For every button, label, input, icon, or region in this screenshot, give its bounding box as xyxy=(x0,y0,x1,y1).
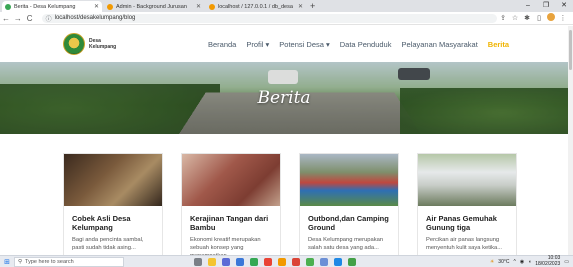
taskbar-apps xyxy=(194,258,356,266)
file-explorer-icon[interactable] xyxy=(208,258,216,266)
page-title: Berita xyxy=(0,88,568,108)
article-title[interactable]: Outbond,dan Camping Ground xyxy=(308,214,390,232)
article-card[interactable]: Kerajinan Tangan dari Bambu Ekonomi krea… xyxy=(181,153,281,256)
site-info-icon[interactable]: ⓘ xyxy=(46,14,52,23)
hero-banner: Berita xyxy=(0,62,568,134)
windows-start-icon[interactable]: ⊞ xyxy=(0,258,14,266)
article-thumbnail[interactable] xyxy=(182,154,281,206)
maximize-button[interactable]: ❐ xyxy=(537,0,555,12)
taskbar-clock[interactable]: 10:03 18/02/2023 xyxy=(535,256,560,267)
back-button[interactable]: ← xyxy=(0,12,12,25)
article-thumbnail[interactable] xyxy=(418,154,517,206)
site-favicon-icon xyxy=(5,4,11,10)
village-logo-icon[interactable] xyxy=(63,33,85,55)
system-tray: ☀ 30°C ^ ◉ ◖ 10:03 18/02/2023 ▭ xyxy=(490,256,573,267)
page-scrollbar[interactable] xyxy=(568,26,573,255)
tray-chevron-icon[interactable]: ^ xyxy=(513,259,515,265)
mail-icon[interactable] xyxy=(222,258,230,266)
taskbar-search-placeholder: Type here to search xyxy=(25,259,74,265)
task-view-icon[interactable] xyxy=(194,258,202,266)
site-favicon-icon xyxy=(209,4,215,10)
close-tab-icon[interactable]: ✕ xyxy=(298,3,303,10)
site-header: Desa Kelumpang Beranda Profil ▾ Potensi … xyxy=(0,26,568,62)
nav-item-beranda[interactable]: Beranda xyxy=(208,40,236,49)
browser-tab[interactable]: Admin - Background Jurusan ✕ xyxy=(104,1,204,12)
browser-tab-strip: Berita - Desa Kelumpang ✕ Admin - Backgr… xyxy=(0,0,573,12)
profile-avatar[interactable] xyxy=(545,13,557,23)
taskbar-search[interactable]: ⚲ Type here to search xyxy=(14,257,124,267)
chrome-icon[interactable] xyxy=(250,258,258,266)
nav-item-data-penduduk[interactable]: Data Penduduk xyxy=(340,40,392,49)
network-icon[interactable]: ◉ xyxy=(520,259,524,265)
article-excerpt: Desa Kelumpang merupakan salah satu desa… xyxy=(308,236,390,252)
volume-icon[interactable]: ◖ xyxy=(528,259,531,265)
notifications-icon[interactable]: ▭ xyxy=(564,259,569,265)
main-nav: Beranda Profil ▾ Potensi Desa ▾ Data Pen… xyxy=(208,26,509,62)
vscode-icon[interactable] xyxy=(334,258,342,266)
share-icon[interactable]: ⇪ xyxy=(497,14,509,22)
url-text: localhost/desakelumpang/blog xyxy=(55,15,136,21)
site-favicon-icon xyxy=(107,4,113,10)
article-excerpt: Ekonomi kreatif merupakan sebuah konsep … xyxy=(190,236,272,256)
article-title[interactable]: Cobek Asli Desa Kelumpang xyxy=(72,214,154,232)
browser-toolbar: ← → C ⓘ localhost/desakelumpang/blog ⇪ ☆… xyxy=(0,12,573,25)
browser-actions: ⇪ ☆ ✱ ▯ ⋮ xyxy=(497,13,573,23)
more-menu-icon[interactable]: ⋮ xyxy=(557,14,569,22)
close-window-button[interactable]: ✕ xyxy=(555,0,573,12)
extensions-icon[interactable]: ✱ xyxy=(521,14,533,22)
site-logo-text[interactable]: Desa Kelumpang xyxy=(89,38,117,50)
app-icon[interactable] xyxy=(278,258,286,266)
scrollbar-thumb[interactable] xyxy=(569,30,572,70)
bookmark-star-icon[interactable]: ☆ xyxy=(509,14,521,22)
article-title[interactable]: Air Panas Gemuhak Gunung tiga xyxy=(426,214,508,232)
browser-tab[interactable]: localhost / 127.0.0.1 / db_desa ✕ xyxy=(206,1,306,12)
search-icon: ⚲ xyxy=(18,259,22,265)
address-bar[interactable]: ⓘ localhost/desakelumpang/blog xyxy=(42,14,497,23)
app-icon[interactable] xyxy=(320,258,328,266)
article-title[interactable]: Kerajinan Tangan dari Bambu xyxy=(190,214,272,232)
article-excerpt: Bagi anda pencinta sambal, pasti sudah t… xyxy=(72,236,154,252)
article-card[interactable]: Air Panas Gemuhak Gunung tiga Percikan a… xyxy=(417,153,517,256)
app-icon[interactable] xyxy=(348,258,356,266)
os-taskbar: ⊞ ⚲ Type here to search ☀ 30°C ^ ◉ ◖ 10:… xyxy=(0,255,573,267)
weather-icon[interactable]: ☀ xyxy=(490,259,494,265)
forward-button[interactable]: → xyxy=(12,12,24,25)
close-tab-icon[interactable]: ✕ xyxy=(94,3,99,10)
window-controls: – ❐ ✕ xyxy=(519,0,573,12)
article-card[interactable]: Cobek Asli Desa Kelumpang Bagi anda penc… xyxy=(63,153,163,256)
article-card[interactable]: Outbond,dan Camping Ground Desa Kelumpan… xyxy=(299,153,399,256)
app-icon[interactable] xyxy=(236,258,244,266)
reload-button[interactable]: C xyxy=(24,12,36,25)
nav-item-profil[interactable]: Profil ▾ xyxy=(246,40,269,49)
sidebar-icon[interactable]: ▯ xyxy=(533,14,545,22)
new-tab-button[interactable]: + xyxy=(310,1,315,12)
app-icon[interactable] xyxy=(264,258,272,266)
minimize-button[interactable]: – xyxy=(519,0,537,12)
chrome-icon[interactable] xyxy=(292,258,300,266)
browser-tab[interactable]: Berita - Desa Kelumpang ✕ xyxy=(2,1,102,12)
weather-temp[interactable]: 30°C xyxy=(498,259,509,265)
clock-date: 18/02/2023 xyxy=(535,262,560,267)
close-tab-icon[interactable]: ✕ xyxy=(196,3,201,10)
article-excerpt: Percikan air panas langsung menyentuh ku… xyxy=(426,236,508,252)
app-icon[interactable] xyxy=(306,258,314,266)
article-thumbnail[interactable] xyxy=(64,154,163,206)
nav-item-berita[interactable]: Berita xyxy=(488,40,509,49)
article-thumbnail[interactable] xyxy=(300,154,399,206)
nav-item-potensi-desa[interactable]: Potensi Desa ▾ xyxy=(279,40,329,49)
nav-item-pelayanan-masyarakat[interactable]: Pelayanan Masyarakat xyxy=(401,40,477,49)
article-list: Cobek Asli Desa Kelumpang Bagi anda penc… xyxy=(63,153,517,256)
